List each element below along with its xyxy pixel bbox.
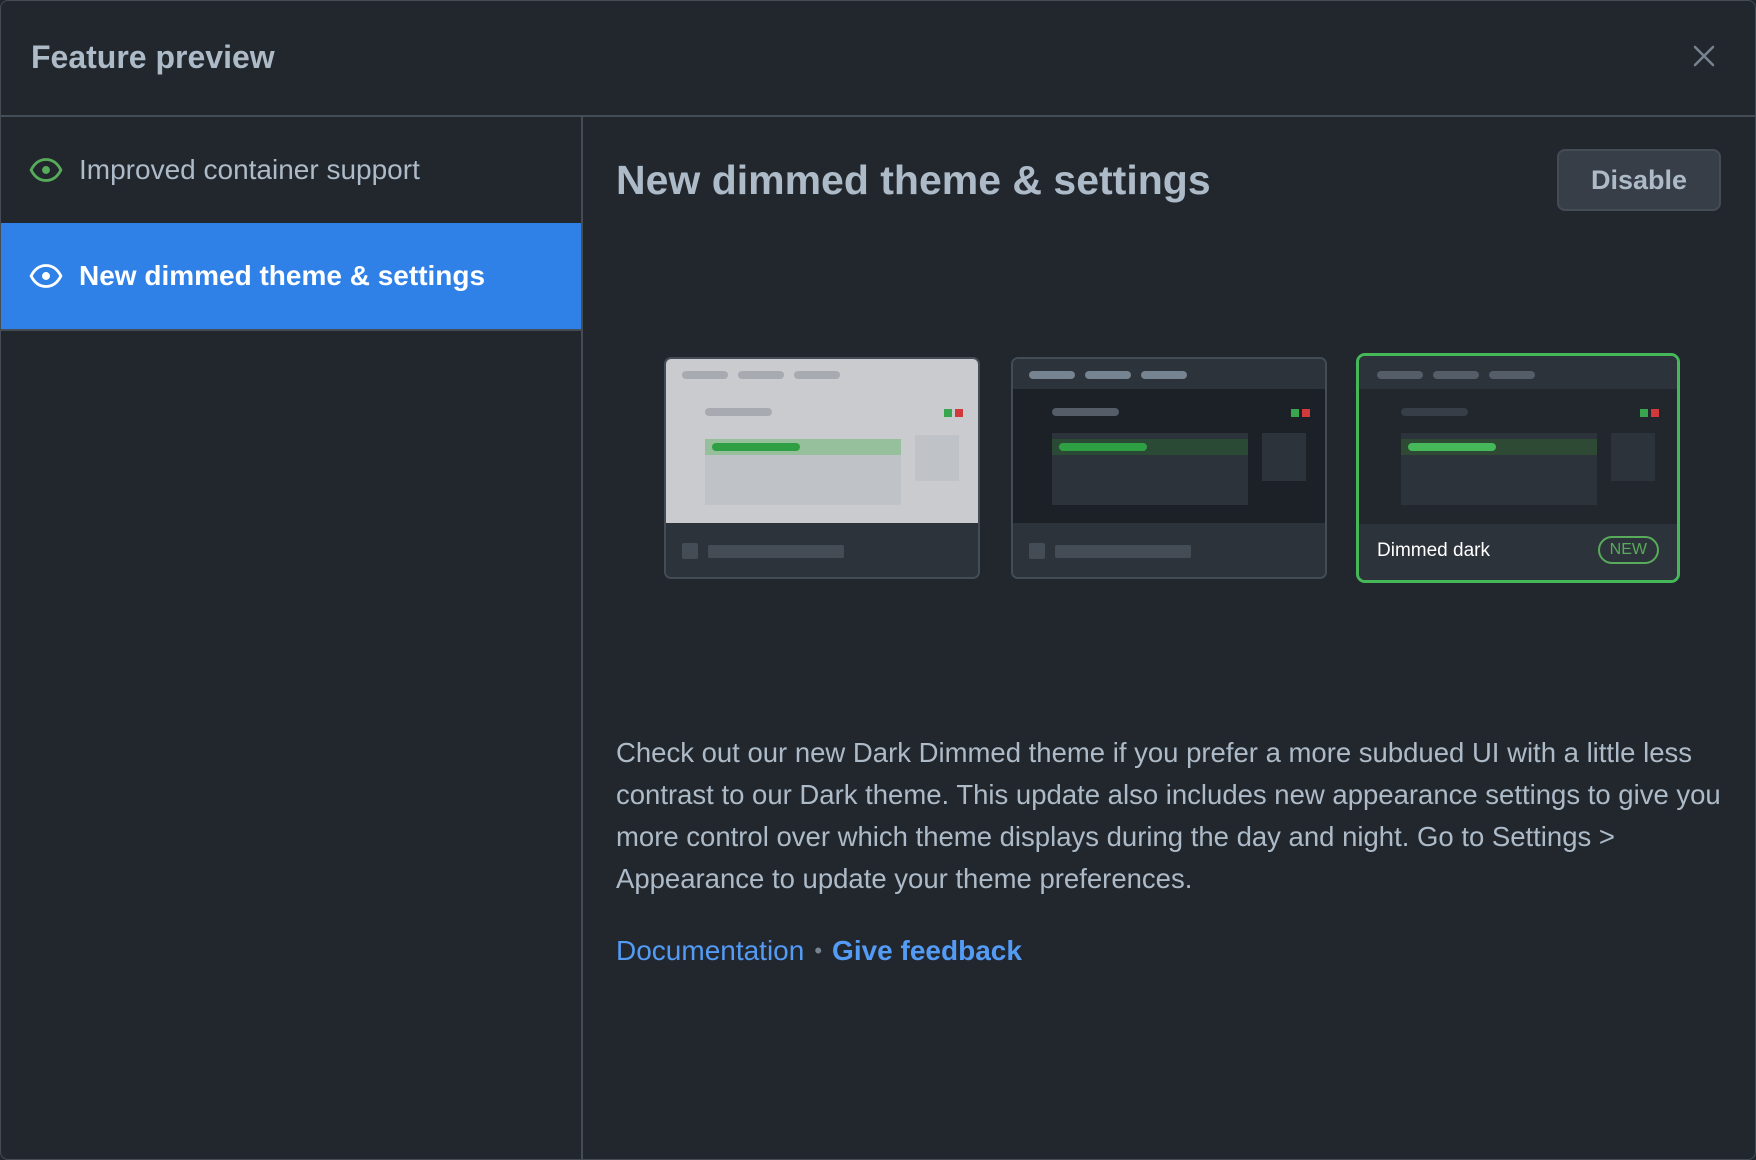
feature-preview-dialog: Feature preview Improved container suppo… [0,0,1756,1160]
eye-icon [29,259,63,293]
theme-name-label: Dimmed dark [1377,540,1490,561]
close-button[interactable] [1685,37,1723,75]
feature-description: Check out our new Dark Dimmed theme if y… [616,737,1721,894]
sidebar-item-dimmed-theme[interactable]: New dimmed theme & settings [1,223,581,331]
close-icon [1693,45,1715,67]
feature-detail-panel: New dimmed theme & settings Disable Dimm… [583,117,1755,1159]
theme-preview-light[interactable] [664,357,980,579]
dark-theme-illustration [1013,359,1325,577]
theme-preview-dark[interactable] [1011,357,1327,579]
feature-links: Documentation • Give feedback [616,935,1022,967]
sidebar-item-label: New dimmed theme & settings [79,260,486,291]
dialog-title: Feature preview [31,39,275,75]
sidebar-item-container-support[interactable]: Improved container support [1,117,581,225]
eye-icon [29,153,63,187]
sidebar-item-label: Improved container support [79,154,420,185]
feature-title: New dimmed theme & settings [616,157,1211,203]
link-separator: • [814,938,823,963]
feature-list-sidebar: Improved container support New dimmed th… [1,117,583,1159]
documentation-link[interactable]: Documentation [616,935,804,967]
give-feedback-link[interactable]: Give feedback [832,935,1022,967]
disable-button[interactable]: Disable [1557,149,1721,211]
theme-preview-dimmed-dark[interactable]: Dimmed dark NEW [1356,353,1680,583]
new-badge: NEW [1597,536,1659,564]
light-theme-illustration [666,359,978,577]
dialog-header: Feature preview [1,1,1755,117]
